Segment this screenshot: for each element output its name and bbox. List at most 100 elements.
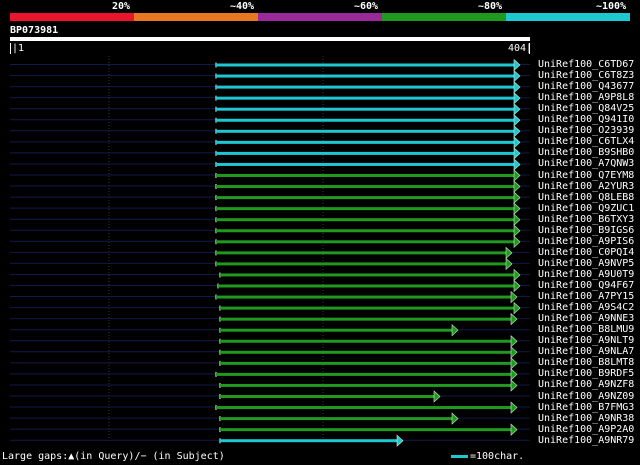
- hit-end-arrow: [513, 125, 521, 138]
- hit-bar[interactable]: [220, 383, 512, 387]
- hit-label[interactable]: UniRef100_C6T8Z3: [538, 70, 634, 81]
- hit-bar[interactable]: [216, 207, 515, 211]
- hit-bar[interactable]: [220, 328, 453, 332]
- hit-bar[interactable]: [216, 151, 515, 155]
- hit-bar[interactable]: [216, 262, 507, 266]
- hit-bar[interactable]: [220, 273, 515, 277]
- hit-end-arrow: [510, 423, 518, 436]
- hit-end-arrow: [510, 401, 518, 414]
- hit-end-arrow: [513, 191, 521, 204]
- hit-label[interactable]: UniRef100_A9PIS6: [538, 236, 634, 247]
- hit-bar[interactable]: [220, 428, 512, 432]
- hit-bar[interactable]: [220, 317, 512, 321]
- hit-label[interactable]: UniRef100_A9NZ09: [538, 391, 634, 402]
- hit-label[interactable]: UniRef100_Q7EYM8: [538, 170, 634, 181]
- hit-end-arrow: [513, 69, 521, 83]
- hit-bar[interactable]: [216, 162, 515, 166]
- hit-label[interactable]: UniRef100_A2YUR3: [538, 181, 634, 192]
- hit-label[interactable]: UniRef100_C6TLX4: [538, 136, 634, 147]
- hit-label[interactable]: UniRef100_A7PY15: [538, 291, 634, 302]
- hit-bar[interactable]: [216, 372, 512, 376]
- hit-bar[interactable]: [220, 439, 398, 443]
- hit-label[interactable]: UniRef100_A9NLA7: [538, 346, 634, 357]
- hit-label[interactable]: UniRef100_B9SHB0: [538, 147, 634, 158]
- hit-end-arrow: [513, 114, 521, 127]
- hit-bar[interactable]: [216, 295, 512, 299]
- hit-end-arrow: [505, 246, 513, 260]
- hit-end-arrow: [513, 58, 521, 72]
- hit-label[interactable]: UniRef100_A9NZF8: [538, 379, 634, 390]
- hit-end-arrow: [510, 335, 518, 348]
- hit-end-arrow: [510, 379, 518, 392]
- hit-label[interactable]: UniRef100_B6TXY3: [538, 214, 634, 225]
- hit-label[interactable]: UniRef100_A9P8L8: [538, 92, 634, 103]
- hit-label[interactable]: UniRef100_Q94F67: [538, 280, 634, 291]
- hit-end-arrow: [510, 312, 518, 326]
- hit-bar[interactable]: [216, 107, 515, 111]
- hit-bar[interactable]: [216, 129, 515, 133]
- hit-label[interactable]: UniRef100_Q941I0: [538, 114, 634, 125]
- hit-bar[interactable]: [220, 306, 515, 310]
- hit-end-arrow: [513, 91, 521, 105]
- hit-bar[interactable]: [216, 406, 512, 410]
- hit-bar[interactable]: [216, 63, 515, 67]
- scale-label: =100char.: [470, 451, 525, 462]
- hit-end-arrow: [513, 103, 521, 116]
- hit-label[interactable]: UniRef100_B9RDF5: [538, 368, 634, 379]
- hit-end-arrow: [396, 434, 404, 447]
- hit-bar[interactable]: [216, 96, 515, 100]
- hit-label[interactable]: UniRef100_Q9ZUC1: [538, 203, 634, 214]
- hit-label[interactable]: UniRef100_Q84V25: [538, 103, 634, 114]
- hit-label[interactable]: UniRef100_Q8LEB8: [538, 192, 634, 203]
- hit-bar[interactable]: [216, 74, 515, 78]
- hit-end-arrow: [513, 235, 521, 248]
- hit-label[interactable]: UniRef100_C0PQI4: [538, 247, 634, 258]
- hit-label[interactable]: UniRef100_A7QNW3: [538, 158, 634, 169]
- hit-bar[interactable]: [220, 417, 453, 421]
- hit-bar[interactable]: [216, 196, 515, 200]
- hit-end-arrow: [513, 202, 521, 215]
- hit-label[interactable]: UniRef100_A9P2A0: [538, 424, 634, 435]
- hit-label[interactable]: UniRef100_A9NR79: [538, 435, 634, 446]
- hit-label[interactable]: UniRef100_B8LMT8: [538, 357, 634, 368]
- hit-end-arrow: [510, 290, 518, 304]
- hit-bar[interactable]: [220, 361, 512, 365]
- hit-label[interactable]: UniRef100_C6TD67: [538, 59, 634, 70]
- hit-end-arrow: [513, 158, 521, 171]
- hit-bar[interactable]: [216, 251, 507, 255]
- hit-label[interactable]: UniRef100_B7FMG3: [538, 402, 634, 413]
- hit-bar[interactable]: [218, 284, 515, 288]
- hit-label[interactable]: UniRef100_Q43677: [538, 81, 634, 92]
- hit-end-arrow: [513, 224, 521, 237]
- hit-bar[interactable]: [216, 229, 515, 233]
- hit-label[interactable]: UniRef100_A9U0T9: [538, 269, 634, 280]
- hit-label[interactable]: UniRef100_B9IGS6: [538, 225, 634, 236]
- hit-label[interactable]: UniRef100_A9NLT9: [538, 335, 634, 346]
- hit-bar[interactable]: [216, 218, 515, 222]
- hit-label[interactable]: UniRef100_O23939: [538, 125, 634, 136]
- hit-bar[interactable]: [216, 85, 515, 89]
- hit-end-arrow: [433, 390, 441, 403]
- hit-bar[interactable]: [216, 118, 515, 122]
- hit-label[interactable]: UniRef100_A9NR38: [538, 413, 634, 424]
- hit-bar[interactable]: [216, 174, 515, 177]
- hit-label[interactable]: UniRef100_B8LMU9: [538, 324, 634, 335]
- hit-label[interactable]: UniRef100_A9NVP5: [538, 258, 634, 269]
- hit-end-arrow: [513, 213, 521, 226]
- hit-end-arrow: [510, 357, 518, 370]
- hit-end-arrow: [451, 412, 459, 425]
- scale-bar: [451, 454, 468, 458]
- hit-bar[interactable]: [220, 339, 512, 343]
- hit-bar[interactable]: [216, 185, 515, 189]
- hit-end-arrow: [513, 80, 521, 94]
- hit-end-arrow: [513, 279, 521, 293]
- hit-bar[interactable]: [220, 395, 435, 398]
- scale-legend: =100char.: [451, 451, 524, 463]
- hit-bar[interactable]: [220, 350, 512, 354]
- hit-bar[interactable]: [216, 140, 515, 144]
- hit-end-arrow: [510, 368, 518, 381]
- hit-bar[interactable]: [216, 240, 515, 244]
- hit-label[interactable]: UniRef100_A9NNE3: [538, 313, 634, 324]
- hit-label[interactable]: UniRef100_A9S4C2: [538, 302, 634, 313]
- hit-end-arrow: [513, 301, 521, 315]
